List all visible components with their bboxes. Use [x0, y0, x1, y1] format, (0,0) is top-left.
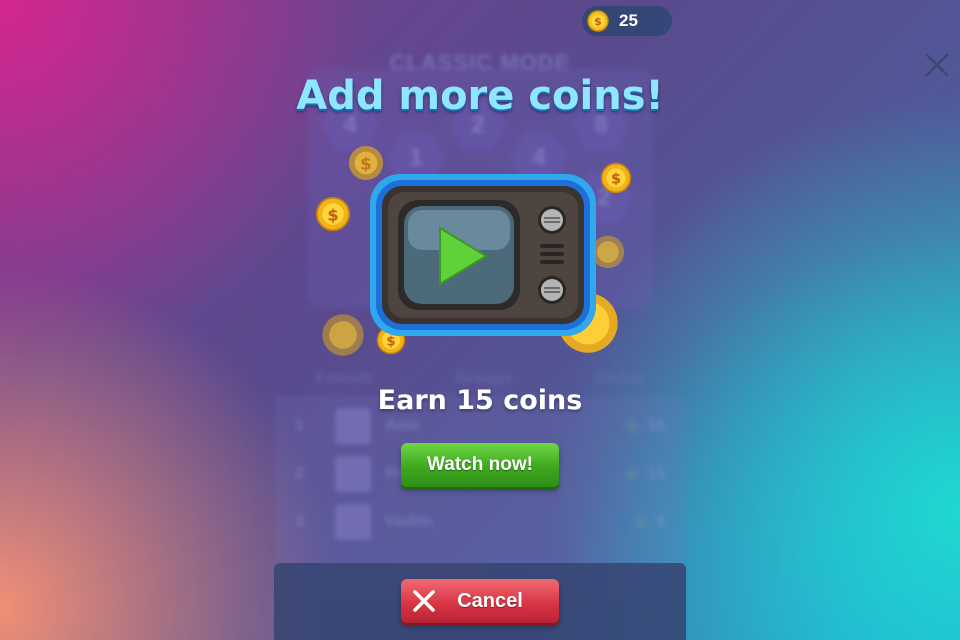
row-rank: 2	[295, 465, 304, 482]
coin-count: 25	[619, 11, 638, 30]
row-rank: 1	[295, 417, 304, 434]
dollar-coin-icon: $	[587, 10, 609, 32]
dialog-headline: Add more coins!	[296, 73, 664, 119]
cancel-button[interactable]: Cancel	[401, 579, 559, 623]
svg-text:$: $	[611, 172, 621, 188]
cancel-button-label: Cancel	[457, 589, 523, 612]
row-score: 16	[647, 417, 665, 434]
avatar	[335, 456, 371, 492]
watch-now-button[interactable]: Watch now!	[401, 443, 559, 487]
dollar-coin-icon: $	[600, 162, 632, 194]
dollar-coin-icon	[322, 314, 364, 356]
tv-play-icon	[370, 174, 596, 336]
coin-counter: $ 25	[582, 6, 672, 36]
dollar-coin-icon: $	[315, 196, 351, 232]
star-icon: ★	[623, 415, 642, 438]
leaderboard-row: 3 Vadim ★ 8	[295, 502, 665, 542]
row-name: Vadim	[385, 513, 433, 530]
row-rank: 3	[295, 513, 304, 530]
row-name: Anie	[385, 417, 420, 434]
svg-text:$: $	[327, 205, 338, 224]
svg-text:$: $	[594, 15, 602, 28]
star-icon: ★	[623, 463, 642, 486]
star-icon: ★	[632, 511, 651, 534]
x-icon	[413, 590, 435, 612]
row-score: 8	[656, 513, 665, 530]
avatar	[335, 504, 371, 540]
row-score: 15	[647, 465, 665, 482]
reward-text: Earn 15 coins	[377, 385, 583, 416]
